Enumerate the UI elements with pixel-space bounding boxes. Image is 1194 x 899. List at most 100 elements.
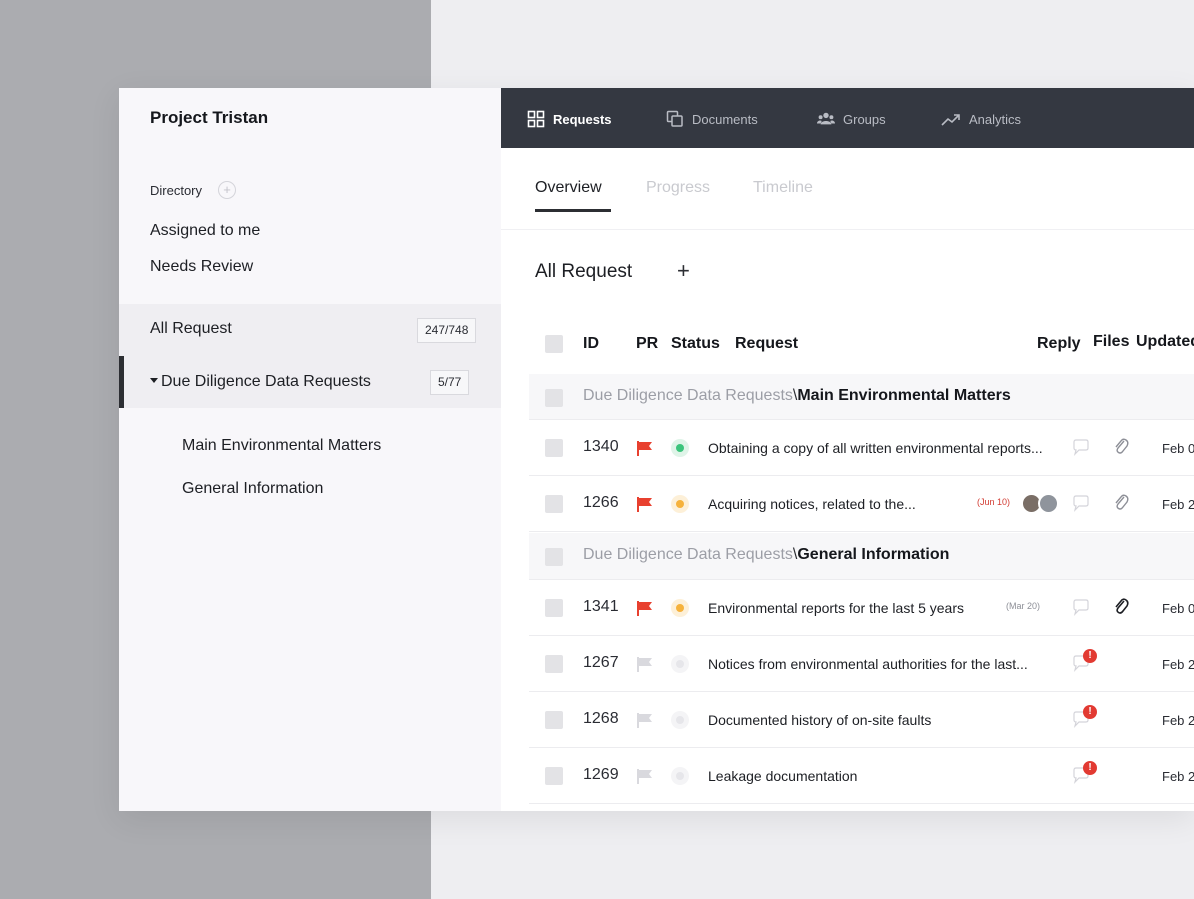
tab-progress[interactable]: Progress xyxy=(646,179,710,197)
sidebar-item-label: All Request xyxy=(150,320,232,337)
attachment-icon[interactable] xyxy=(1113,597,1129,616)
unread-alert-icon[interactable]: ! xyxy=(1083,761,1097,775)
updated-date: Feb 2 xyxy=(1162,497,1194,512)
updated-date: Feb 0 xyxy=(1162,441,1194,456)
header-updated[interactable]: Updated xyxy=(1136,333,1194,351)
header-reply[interactable]: Reply xyxy=(1037,335,1081,353)
priority-flag-icon[interactable] xyxy=(636,768,653,785)
sidebar-item-due-diligence[interactable]: Due Diligence Data Requests 5/77 xyxy=(119,356,501,408)
header-status[interactable]: Status xyxy=(671,335,720,353)
attachment-icon[interactable] xyxy=(1113,493,1129,512)
avatar[interactable] xyxy=(1038,493,1059,514)
request-title[interactable]: Notices from environmental authorities f… xyxy=(708,656,1028,672)
priority-flag-icon[interactable] xyxy=(636,440,653,457)
group-checkbox[interactable] xyxy=(545,548,563,566)
request-title[interactable]: Environmental reports for the last 5 yea… xyxy=(708,600,964,616)
status-indicator[interactable] xyxy=(671,655,689,673)
attachment-icon[interactable] xyxy=(1113,437,1129,456)
sidebar-item-all-request[interactable]: All Request 247/748 xyxy=(119,304,501,356)
nav-requests[interactable]: Requests xyxy=(527,109,612,129)
request-id: 1266 xyxy=(583,494,619,511)
updated-date: Feb 2 xyxy=(1162,769,1194,784)
comment-icon[interactable] xyxy=(1072,439,1090,456)
nav-label: Analytics xyxy=(969,111,1022,127)
header-pr[interactable]: PR xyxy=(636,335,658,353)
status-indicator[interactable] xyxy=(671,599,689,617)
nav-documents[interactable]: Documents xyxy=(666,109,758,129)
nav-label: Groups xyxy=(843,111,886,127)
row-checkbox[interactable] xyxy=(545,655,563,673)
header-request[interactable]: Request xyxy=(735,335,798,353)
group-row[interactable]: Due Diligence Data Requests\General Info… xyxy=(529,533,1194,580)
row-checkbox[interactable] xyxy=(545,599,563,617)
group-path: Due Diligence Data Requests\Main Environ… xyxy=(583,387,1011,405)
group-parent: Due Diligence Data Requests xyxy=(583,546,793,563)
request-title[interactable]: Leakage documentation xyxy=(708,768,857,784)
table-row[interactable]: 1268 Documented history of on-site fault… xyxy=(529,693,1194,748)
priority-flag-icon[interactable] xyxy=(636,496,653,513)
top-navigation: Requests Documents Groups Analytics xyxy=(501,88,1194,148)
sidebar-item-needs-review[interactable]: Needs Review xyxy=(150,258,253,276)
users-icon xyxy=(817,112,835,125)
active-indicator xyxy=(119,356,124,408)
assignees[interactable] xyxy=(1021,493,1065,515)
sidebar: Project Tristan Directory + Assigned to … xyxy=(119,88,501,811)
table-row[interactable]: 1341 Environmental reports for the last … xyxy=(529,581,1194,636)
request-id: 1340 xyxy=(583,438,619,455)
updated-date: Feb 0 xyxy=(1162,601,1194,616)
section-title: All Request xyxy=(535,261,633,282)
table-row[interactable]: 1266 Acquiring notices, related to the..… xyxy=(529,477,1194,532)
group-row[interactable]: Due Diligence Data Requests\Main Environ… xyxy=(529,374,1194,420)
unread-alert-icon[interactable]: ! xyxy=(1083,649,1097,663)
trend-icon xyxy=(941,114,960,126)
copy-icon xyxy=(666,110,683,127)
group-path: Due Diligence Data Requests\General Info… xyxy=(583,546,949,564)
request-id: 1269 xyxy=(583,766,619,783)
request-id: 1341 xyxy=(583,598,619,615)
request-title[interactable]: Documented history of on-site faults xyxy=(708,712,931,728)
nav-label: Documents xyxy=(692,111,758,127)
project-title: Project Tristan xyxy=(150,108,269,127)
status-indicator[interactable] xyxy=(671,711,689,729)
request-id: 1267 xyxy=(583,654,619,671)
caret-down-icon[interactable] xyxy=(150,378,158,383)
row-checkbox[interactable] xyxy=(545,439,563,457)
comment-icon[interactable] xyxy=(1072,495,1090,512)
sidebar-subitem-general-information[interactable]: General Information xyxy=(182,480,323,498)
priority-flag-icon[interactable] xyxy=(636,656,653,673)
nav-groups[interactable]: Groups xyxy=(817,109,886,129)
sidebar-item-assigned-to-me[interactable]: Assigned to me xyxy=(150,222,260,240)
request-title[interactable]: Obtaining a copy of all written environm… xyxy=(708,440,1043,456)
add-request-button[interactable]: + xyxy=(677,258,690,284)
row-checkbox[interactable] xyxy=(545,711,563,729)
status-indicator[interactable] xyxy=(671,767,689,785)
app-window: Project Tristan Directory + Assigned to … xyxy=(119,88,1194,811)
table-row[interactable]: 1267 Notices from environmental authorit… xyxy=(529,637,1194,692)
tab-overview[interactable]: Overview xyxy=(535,179,602,197)
table-row[interactable]: 1340 Obtaining a copy of all written env… xyxy=(529,421,1194,476)
updated-date: Feb 2 xyxy=(1162,657,1194,672)
group-checkbox[interactable] xyxy=(545,389,563,407)
header-id[interactable]: ID xyxy=(583,335,599,353)
row-checkbox[interactable] xyxy=(545,495,563,513)
comment-icon[interactable] xyxy=(1072,599,1090,616)
select-all-checkbox[interactable] xyxy=(545,335,563,353)
unread-alert-icon[interactable]: ! xyxy=(1083,705,1097,719)
sidebar-subitem-main-environmental-matters[interactable]: Main Environmental Matters xyxy=(182,437,381,455)
tab-timeline[interactable]: Timeline xyxy=(753,179,813,197)
row-checkbox[interactable] xyxy=(545,767,563,785)
table-header: ID PR Status Request Reply Files Updated xyxy=(529,313,1194,373)
due-date: (Mar 20) xyxy=(1006,601,1041,611)
active-tab-indicator xyxy=(535,209,611,212)
priority-flag-icon[interactable] xyxy=(636,600,653,617)
header-files[interactable]: Files xyxy=(1093,333,1129,351)
priority-flag-icon[interactable] xyxy=(636,712,653,729)
add-directory-button[interactable]: + xyxy=(218,181,236,199)
request-title[interactable]: Acquiring notices, related to the... xyxy=(708,496,916,512)
nav-analytics[interactable]: Analytics xyxy=(941,109,1021,129)
count-badge: 5/77 xyxy=(430,370,470,395)
updated-date: Feb 2 xyxy=(1162,713,1194,728)
status-indicator[interactable] xyxy=(671,439,689,457)
table-row[interactable]: 1269 Leakage documentation ! Feb 2 xyxy=(529,749,1194,804)
status-indicator[interactable] xyxy=(671,495,689,513)
